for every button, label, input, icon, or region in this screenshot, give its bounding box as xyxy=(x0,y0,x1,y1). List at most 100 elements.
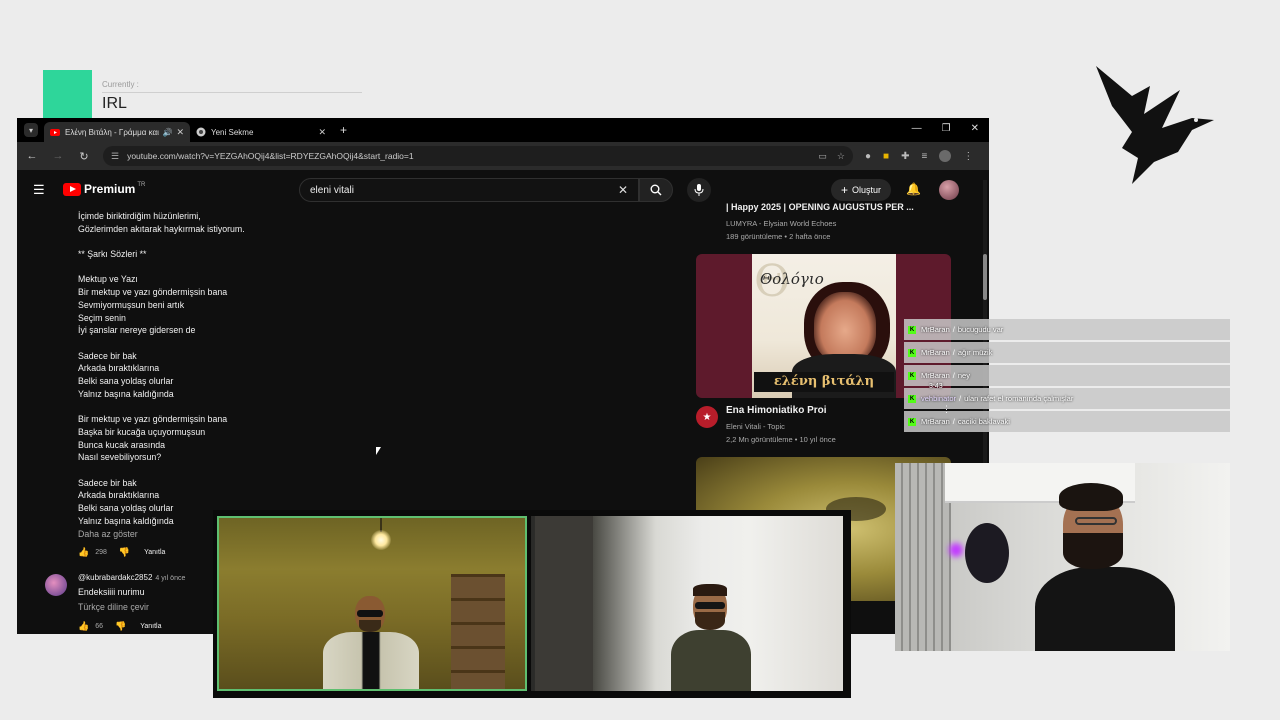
notifications-bell-icon[interactable]: 🔔 xyxy=(906,182,921,196)
related-video-1[interactable]: | Happy 2025 | OPENING AUGUSTUS PER ... … xyxy=(726,202,966,243)
comment-line: Seçim senin xyxy=(78,312,126,323)
youtube-logo[interactable]: Premium TR xyxy=(63,182,145,196)
chat-message: K MrBaran / ney xyxy=(904,365,1230,386)
comment-actions: 👍 298 👎 Yanıtla xyxy=(78,547,165,558)
line-break xyxy=(78,235,245,248)
more-options-icon[interactable]: ⋮ xyxy=(942,404,951,415)
comment-line: Sadece bir bak xyxy=(78,350,137,361)
kebab-menu-icon[interactable]: ⋮ xyxy=(963,151,973,162)
create-button[interactable]: + Oluştur xyxy=(831,179,892,201)
like-icon[interactable]: 👍 xyxy=(78,621,89,632)
site-settings-icon[interactable]: ☰ xyxy=(111,151,119,162)
search-box[interactable]: eleni vitali ✕ xyxy=(299,178,639,202)
album-artist-name: ελένη βιτάλη xyxy=(754,372,894,392)
plus-icon: + xyxy=(841,183,849,197)
album-cover: Θ Θολόγιο ελένη βιτάλη xyxy=(752,254,896,398)
caller-2-person xyxy=(671,584,751,691)
comment-line: Bir mektup ve yazı göndermişsin bana xyxy=(78,414,228,425)
tab-youtube[interactable]: Ελένη Βιτάλη - Γράμμα και 🔊 ✕ xyxy=(44,122,190,142)
comment-line: Belki sana yoldaş olurlar xyxy=(78,376,174,387)
doorway xyxy=(535,516,593,691)
comment-line: Yalnız başına kaldığında xyxy=(78,388,174,399)
translate-link[interactable]: Türkçe diline çevir xyxy=(78,602,149,612)
line-break xyxy=(78,337,245,350)
comment-actions: 👍 66 👎 Yanıtla xyxy=(78,621,162,632)
create-label: Oluştur xyxy=(852,185,882,195)
speaker-icon[interactable]: 🔊 xyxy=(162,128,172,137)
close-window-icon[interactable]: ✕ xyxy=(971,123,979,134)
comment-line: Sadece bir bak xyxy=(78,477,137,488)
extension-bulb-icon[interactable]: ● xyxy=(865,151,871,162)
dislike-icon[interactable]: 👎 xyxy=(115,621,126,632)
comment-line: Mektup ve Yazı xyxy=(78,274,138,285)
comment-author[interactable]: @kubrabardakc2852 xyxy=(78,573,152,582)
ceiling-lamp xyxy=(371,530,391,550)
channel-avatar[interactable]: ★ xyxy=(696,406,718,428)
like-icon[interactable]: 👍 xyxy=(78,547,89,558)
clear-search-icon[interactable]: ✕ xyxy=(618,183,628,197)
chat-overlay: K MrBaran / bucugudu var K MrBaran / ağır müzi… xyxy=(904,319,1230,434)
dislike-icon[interactable]: 👎 xyxy=(119,547,130,558)
webcam-caller-1 xyxy=(217,516,527,691)
chat-text: caciki baklavaki xyxy=(957,417,1010,426)
comment-line: İçimde biriktirdiğim hüzünlerimi, xyxy=(78,211,201,221)
status-accent-block xyxy=(43,70,92,119)
back-icon[interactable]: ← xyxy=(25,150,39,162)
chat-message: Kvehbinator / ulan rafet el romanında çalm… xyxy=(904,388,1230,409)
bookmark-star-icon[interactable]: ☆ xyxy=(837,151,845,162)
extensions-puzzle-icon[interactable]: ✚ xyxy=(901,151,909,162)
address-bar[interactable]: ☰ youtube.com/watch?v=YEZGAhOQij4&list=R… xyxy=(103,146,853,166)
like-count: 298 xyxy=(95,549,107,556)
video-stats: 2,2 Mn görüntüleme • 10 yıl önce xyxy=(726,435,836,444)
tab-search-button[interactable]: ▾ xyxy=(24,123,38,137)
close-tab-icon[interactable]: ✕ xyxy=(318,127,326,138)
extension-yellow-icon[interactable]: ■ xyxy=(883,151,889,162)
chat-user: MrBaran xyxy=(921,417,950,426)
window-blinds xyxy=(895,463,951,651)
line-break xyxy=(78,401,245,414)
tab-bar: ▾ Ελένη Βιτάλη - Γράμμα και 🔊 ✕ Yeni Sek… xyxy=(17,118,989,142)
reply-button[interactable]: Yanıtla xyxy=(144,549,165,556)
maximize-icon[interactable]: ❐ xyxy=(942,123,951,134)
comment-line: Sevmiyormuşsun beni artık xyxy=(78,299,185,310)
search-input[interactable]: eleni vitali xyxy=(310,185,618,196)
like-count: 66 xyxy=(95,623,104,630)
profile-avatar-icon[interactable] xyxy=(939,150,952,162)
url-text[interactable]: youtube.com/watch?v=YEZGAhOQij4&list=RDY… xyxy=(127,151,808,161)
status-caption: Currently : xyxy=(102,80,139,89)
media-icon[interactable]: ≡ xyxy=(921,151,927,162)
reload-icon[interactable]: ↻ xyxy=(77,150,91,163)
navigation-bar: ← → ↻ ☰ youtube.com/watch?v=YEZGAhOQij4&… xyxy=(17,142,989,170)
kick-icon: K xyxy=(908,348,916,357)
show-less-link[interactable]: Daha az göster xyxy=(78,529,138,539)
chat-user: MrBaran xyxy=(921,371,950,380)
cast-icon[interactable]: ▭ xyxy=(818,151,827,162)
new-tab-button[interactable]: + xyxy=(340,123,347,137)
channel-name[interactable]: LUMYRA - Elysian World Echoes xyxy=(726,217,966,230)
comment-line: Arkada bıraktıklarına xyxy=(78,363,160,374)
extensions-bar: ● ■ ✚ ≡ ⋮ xyxy=(865,150,973,162)
search-button[interactable] xyxy=(639,178,673,202)
hamburger-menu-icon[interactable]: ☰ xyxy=(33,182,45,198)
video-title[interactable]: | Happy 2025 | OPENING AUGUSTUS PER ... xyxy=(726,202,966,212)
video-stats: 189 görüntüleme • 2 hafta önce xyxy=(726,232,831,241)
window-controls: — ❐ ✕ xyxy=(912,123,979,134)
rgb-light xyxy=(949,543,963,557)
voice-search-button[interactable] xyxy=(687,178,711,202)
tab-new[interactable]: Yeni Sekme ✕ xyxy=(190,122,332,142)
reply-button[interactable]: Yanıtla xyxy=(140,623,161,630)
comment-line: Arkada bıraktıklarına xyxy=(78,490,160,501)
comment-text: Endeksiiii nurimu xyxy=(78,587,145,597)
chat-message: K MrBaran / ağır müzik xyxy=(904,342,1230,363)
commenter-avatar[interactable] xyxy=(45,574,67,596)
chat-message: K MrBaran / caciki baklavaki xyxy=(904,411,1230,432)
comment-line: Nasıl sevebiliyorsun? xyxy=(78,452,162,463)
close-tab-icon[interactable]: ✕ xyxy=(176,127,184,138)
forward-icon[interactable]: → xyxy=(51,150,65,162)
mouse-cursor-icon xyxy=(376,447,381,455)
scrollbar-thumb[interactable] xyxy=(983,254,987,300)
account-avatar[interactable] xyxy=(939,180,959,200)
chat-separator: / xyxy=(959,394,962,403)
minimize-icon[interactable]: — xyxy=(912,123,922,134)
bookshelf xyxy=(451,574,505,689)
